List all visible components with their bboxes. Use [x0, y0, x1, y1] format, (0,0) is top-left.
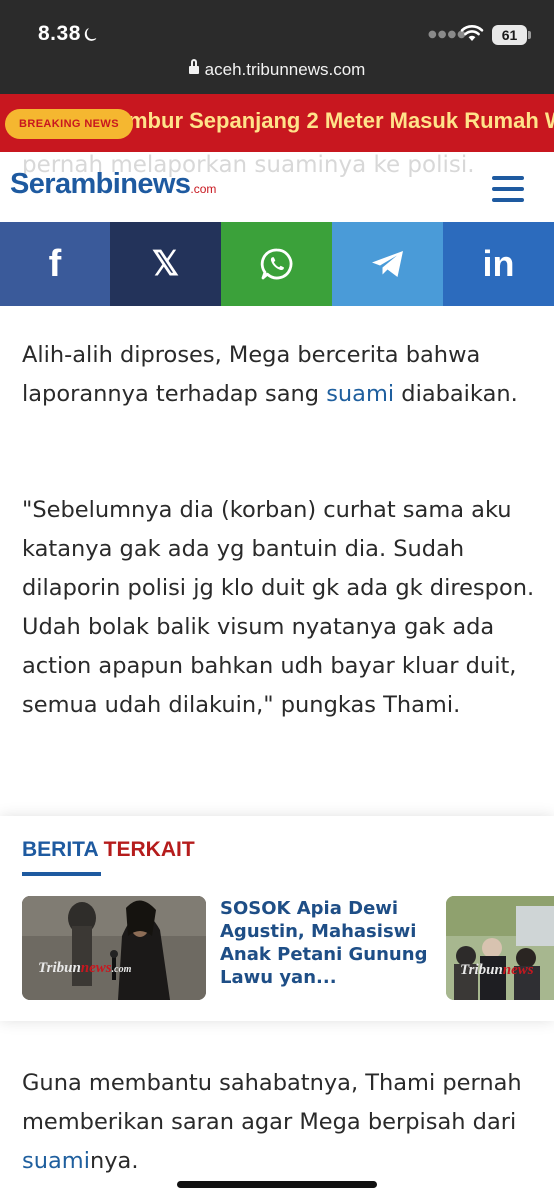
whatsapp-icon [260, 248, 292, 280]
x-share-button[interactable]: 𝕏 [110, 222, 221, 306]
battery-tip [528, 31, 531, 39]
logo-suffix: .com [190, 182, 217, 196]
telegram-share-button[interactable] [332, 222, 443, 306]
site-header: pernah melaporkan suaminya ke polisi. Se… [0, 152, 554, 222]
p3-text-b: nya. [89, 1148, 139, 1174]
status-time: 8.38 ⏾ [38, 22, 98, 46]
article-paragraph-1: Alih-alih diproses, Mega bercerita bahwa… [22, 336, 537, 414]
article-paragraph-2: "Sebelumnya dia (korban) curhat sama aku… [22, 497, 535, 718]
url-text: aceh.tribunnews.com [204, 60, 366, 79]
facebook-share-button[interactable]: f [0, 222, 110, 306]
tag-link-suami-2[interactable]: suami [22, 1148, 90, 1174]
status-bar: 8.38 ⏾ ●●●● 61 aceh.tribunnews.com [0, 0, 554, 94]
site-logo[interactable]: Serambinews.com [10, 168, 216, 201]
moon-icon: ⏾ [83, 25, 98, 44]
article-paragraph-3: Guna membantu sahabatnya, Thami pernah m… [22, 1064, 537, 1181]
status-time-text: 8.38 [38, 22, 81, 45]
breaking-news-badge: BREAKING NEWS [5, 109, 133, 139]
x-icon: 𝕏 [151, 245, 180, 283]
wifi-icon [460, 25, 484, 41]
logo-text: Serambinews [10, 168, 191, 200]
battery-icon: 61 [492, 25, 527, 45]
related-photo-2 [446, 896, 554, 1000]
related-title-part-2: TERKAIT [103, 838, 195, 861]
url-bar[interactable]: aceh.tribunnews.com [0, 59, 554, 80]
breaking-news-headline[interactable]: mbur Sepanjang 2 Meter Masuk Rumah Warga [128, 108, 554, 134]
related-photo [22, 896, 206, 1000]
whatsapp-share-button[interactable] [221, 222, 332, 306]
p1-text-b: diabaikan. [394, 381, 518, 407]
tag-link-suami[interactable]: suami [326, 381, 394, 407]
share-bar: f 𝕏 in [0, 222, 554, 306]
telegram-icon [371, 251, 403, 277]
facebook-icon: f [48, 242, 62, 285]
home-indicator[interactable] [177, 1181, 377, 1188]
related-title-underline [22, 872, 101, 876]
lock-icon [188, 59, 199, 76]
related-title-part-1: BERITA [22, 838, 98, 861]
linkedin-share-button[interactable]: in [443, 222, 554, 306]
thumbnail-watermark: Tribunnews.com [38, 960, 132, 976]
related-headline-link[interactable]: SOSOK Apia Dewi Agustin, Mahasiswi Anak … [220, 897, 430, 989]
related-news-section: BERITA TERKAIT Tribunnews.com SOSOK Apia… [0, 816, 554, 1021]
battery-level: 61 [501, 27, 518, 43]
p3-text-a: Guna membantu sahabatnya, Thami pernah m… [22, 1070, 522, 1135]
linkedin-icon: in [482, 243, 515, 284]
breaking-news-bar[interactable]: mbur Sepanjang 2 Meter Masuk Rumah Warga… [0, 94, 554, 152]
related-thumbnail[interactable]: Tribunnews.com [22, 896, 206, 1000]
hamburger-icon[interactable] [492, 176, 524, 204]
related-thumbnail-2[interactable]: Tribunnews [446, 896, 554, 1000]
thumbnail-2-watermark: Tribunnews [460, 962, 534, 978]
related-news-title: BERITA TERKAIT [22, 838, 195, 862]
